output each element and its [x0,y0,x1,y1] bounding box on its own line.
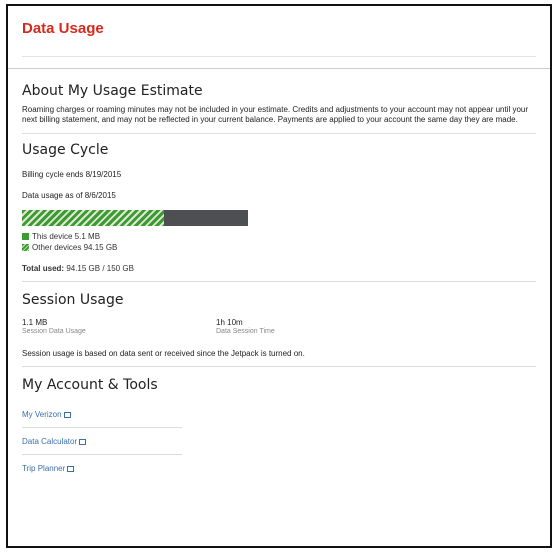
usage-bar-fill [22,210,165,226]
legend-other-devices-label: Other devices 94.15 GB [32,243,118,252]
page-title: Data Usage [22,20,104,37]
session-time-stat: 1h 10m Data Session Time [216,318,410,335]
usage-bar [22,210,248,226]
total-used-value: 94.15 GB / 150 GB [66,264,134,273]
about-text: Roaming charges or roaming minutes may n… [22,105,529,124]
trip-planner-link-label: Trip Planner [22,464,66,473]
total-used: Total used: 94.15 GB / 150 GB [22,264,536,273]
my-verizon-link-label: My Verizon [22,410,62,419]
other-devices-swatch-icon [22,244,29,251]
session-data-value: 1.1 MB [22,318,48,327]
trip-planner-link[interactable]: Trip Planner [22,455,182,481]
total-used-label: Total used: [22,264,65,273]
this-device-swatch-icon [22,233,29,240]
session-usage-section: Session Usage 1.1 MB Session Data Usage … [8,282,550,367]
my-verizon-link[interactable]: My Verizon [22,401,182,428]
account-tools-heading: My Account & Tools [22,377,158,393]
data-calculator-link-label: Data Calculator [22,437,78,446]
usage-legend: This device 5.1 MB Other devices 94.15 G… [22,232,536,252]
tools-links: My Verizon Data Calculator Trip Planner [22,401,536,481]
data-calculator-link[interactable]: Data Calculator [22,428,182,455]
external-link-icon [79,438,87,445]
data-usage-date-text: Data usage as of 8/6/2015 [22,191,116,200]
session-usage-heading: Session Usage [22,292,124,308]
session-data-label: Session Data Usage [22,328,86,335]
session-stats: 1.1 MB Session Data Usage 1h 10m Data Se… [22,318,536,335]
about-section: About My Usage Estimate Roaming charges … [8,69,550,134]
usage-cycle-section: Usage Cycle Billing cycle ends 8/19/2015… [8,134,550,282]
account-tools-section: My Account & Tools My Verizon Data Calcu… [8,367,550,481]
billing-cycle-text: Billing cycle ends 8/19/2015 [22,170,122,179]
legend-this-device: This device 5.1 MB [22,232,536,241]
session-note: Session usage is based on data sent or r… [22,349,305,358]
external-link-icon [63,411,71,418]
session-data-stat: 1.1 MB Session Data Usage [22,318,216,335]
session-time-value: 1h 10m [216,318,243,327]
about-heading: About My Usage Estimate [22,83,203,99]
external-link-icon [67,465,75,472]
page-header: Data Usage [8,6,550,69]
legend-this-device-label: This device 5.1 MB [32,232,101,241]
data-usage-panel: Data Usage About My Usage Estimate Roami… [6,4,552,548]
usage-cycle-heading: Usage Cycle [22,142,109,158]
session-time-label: Data Session Time [216,328,275,335]
legend-other-devices: Other devices 94.15 GB [22,243,536,252]
header-divider [22,56,536,57]
